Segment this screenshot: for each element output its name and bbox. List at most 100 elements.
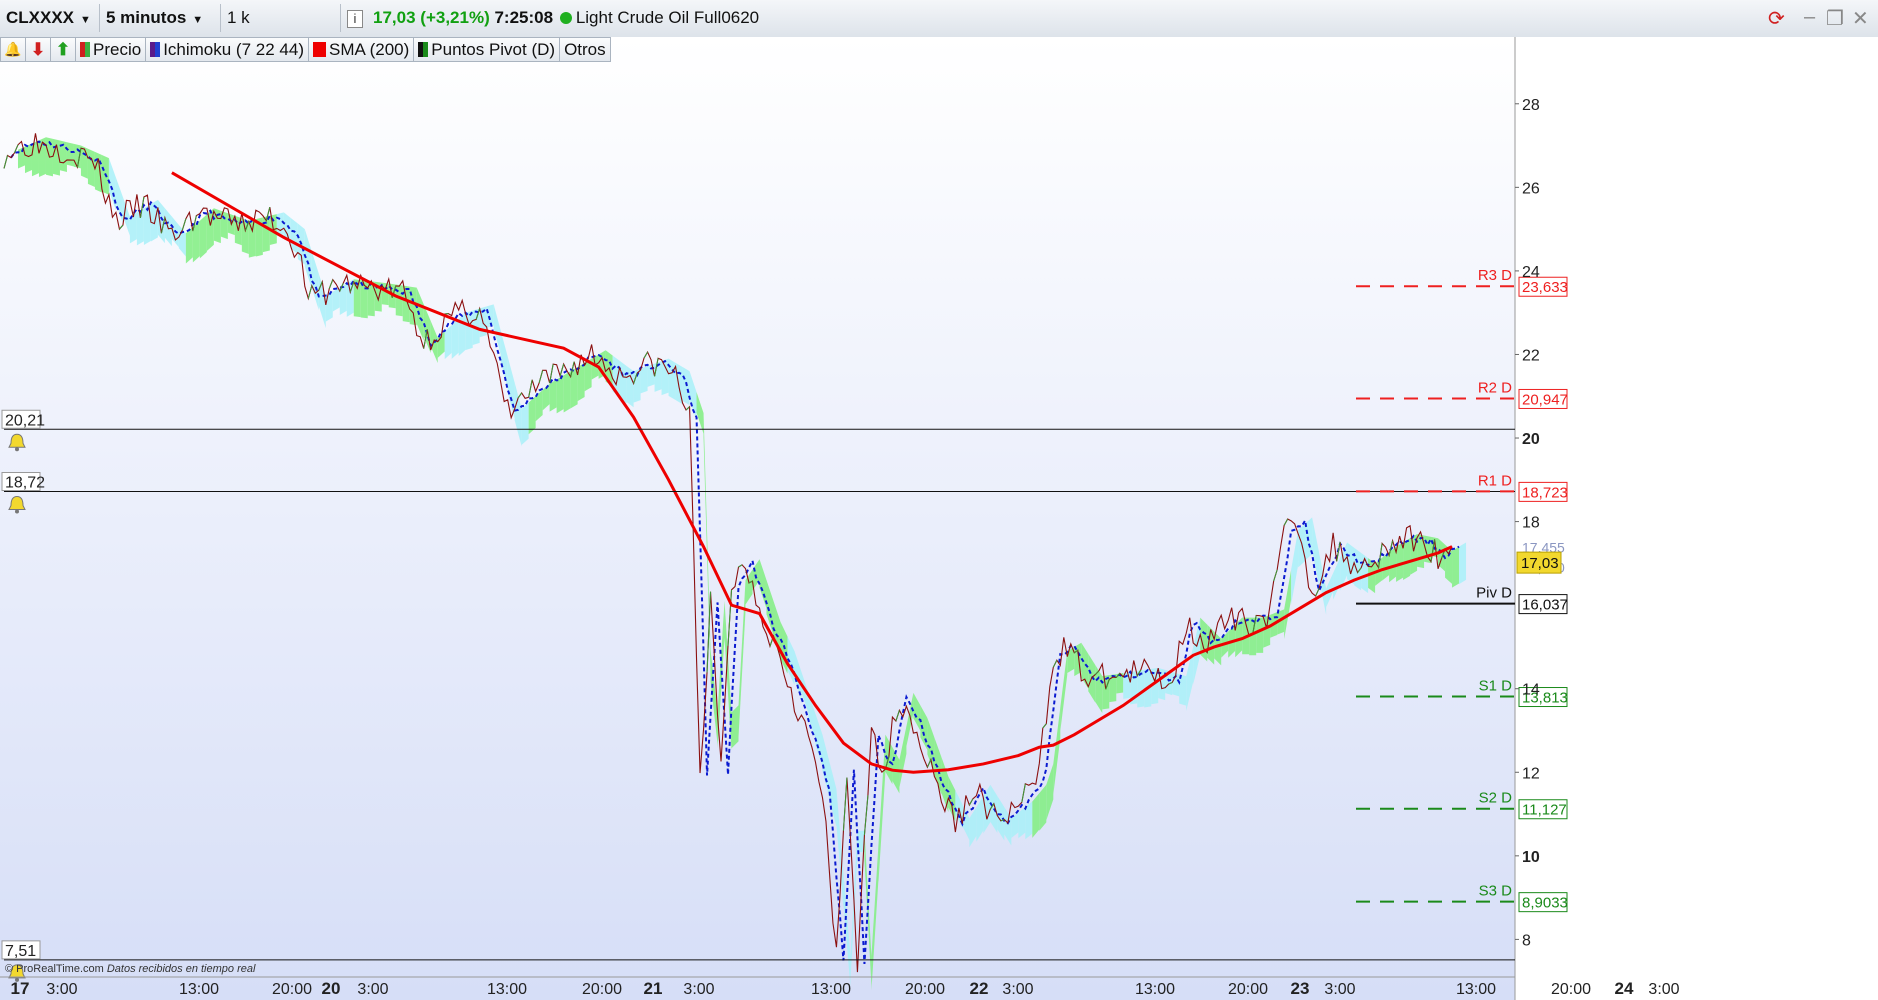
x-day-label: 21 <box>644 979 663 998</box>
x-day-label: 24 <box>1615 979 1634 998</box>
x-tick-label: 3:00 <box>683 981 714 998</box>
x-tick-label: 20:00 <box>1551 981 1591 998</box>
indicator-label: Puntos Pivot (D) <box>431 40 556 59</box>
alert-button[interactable]: 🔔 <box>0 37 26 62</box>
download-button[interactable]: ⬇ <box>26 37 51 62</box>
x-tick-label: 3:00 <box>1002 981 1033 998</box>
arrow-up-icon: ⬆ <box>55 40 71 59</box>
cloud-segment <box>1452 546 1460 588</box>
x-tick-label: 13:00 <box>487 981 527 998</box>
indicator-sma[interactable]: SMA (200) <box>308 37 415 62</box>
pivot-label: R2 D <box>1478 379 1512 396</box>
y-axis-panel <box>1515 37 1878 1000</box>
pivot-label: R3 D <box>1478 267 1512 284</box>
cloud-segment <box>87 148 95 188</box>
arrow-down-icon: ⬇ <box>30 40 46 59</box>
cloud-segment <box>332 287 340 312</box>
upload-button[interactable]: ⬆ <box>51 37 76 62</box>
indicator-pivots[interactable]: Puntos Pivot (D) <box>414 37 561 62</box>
bell-clapper <box>15 509 19 514</box>
swatch-icon <box>150 42 161 57</box>
indicator-label: Ichimoku (7 22 44) <box>163 40 304 59</box>
indicator-ichimoku[interactable]: Ichimoku (7 22 44) <box>146 37 309 62</box>
x-tick-label: 3:00 <box>1648 981 1679 998</box>
indicator-bar: 🔔 ⬇ ⬆ Precio Ichimoku (7 22 44) SMA (200… <box>0 37 611 62</box>
alert-label: 18,72 <box>5 475 45 492</box>
pivot-value: 16,037 <box>1522 597 1568 614</box>
y-tick-label: 12 <box>1522 765 1540 782</box>
top-toolbar: CLXXXX ▼ 5 minutos ▼ 1 k unidades▼ i 17,03… <box>0 0 1878 55</box>
x-tick-label: 13:00 <box>1456 981 1496 998</box>
x-tick-label: 13:00 <box>179 981 219 998</box>
y-tick-label: 14 <box>1522 682 1540 699</box>
y-tick-label: 8 <box>1522 932 1531 949</box>
x-tick-label: 13:00 <box>1135 981 1175 998</box>
pivot-label: S2 D <box>1479 790 1513 807</box>
footer-brand: © ProRealTime.com <box>5 963 107 975</box>
cloud-segment <box>24 143 32 174</box>
cloud-segment <box>549 379 557 412</box>
pivot-value: 18,723 <box>1522 484 1568 501</box>
cloud-segment <box>563 371 571 413</box>
alert-label: 20,21 <box>5 412 45 429</box>
y-tick-label: 20 <box>1522 431 1540 448</box>
quote-time: 7:25:08 <box>494 8 554 27</box>
cloud-segment <box>402 285 410 323</box>
x-tick-label: 20:00 <box>272 981 312 998</box>
pivot-label: S3 D <box>1479 883 1513 900</box>
cloud-segment <box>1459 542 1467 585</box>
cloud-segment <box>521 402 529 445</box>
footer-text: © ProRealTime.com Datos recibidos en tie… <box>5 963 256 975</box>
pivot-value: 20,947 <box>1522 391 1568 408</box>
footer-note: Datos recibidos en tiempo real <box>107 963 256 975</box>
cloud-segment <box>94 151 102 193</box>
pivot-label: Piv D <box>1476 585 1512 602</box>
indicator-others[interactable]: Otros <box>560 37 611 62</box>
y-tick-label: 10 <box>1522 849 1540 866</box>
indicator-label: Precio <box>93 40 142 59</box>
cloud-segment <box>640 366 648 394</box>
refresh-icon[interactable]: ⟳ <box>1768 6 1785 31</box>
cloud-segment <box>199 214 207 259</box>
x-day-label: 20 <box>322 979 341 998</box>
bell-clapper <box>15 447 19 452</box>
x-day-label: 22 <box>970 979 989 998</box>
timeframe-selector[interactable]: 5 minutos ▼ <box>100 4 221 32</box>
indicator-price[interactable]: Precio <box>76 37 147 62</box>
minimize-icon[interactable]: – <box>1804 6 1815 29</box>
last-price: 17,03 <box>373 8 416 27</box>
cloud-segment <box>1179 674 1187 706</box>
price-change: (+3,21%) <box>420 8 490 27</box>
x-tick-label: 20:00 <box>905 981 945 998</box>
x-tick-label: 3:00 <box>46 981 77 998</box>
x-tick-label: 3:00 <box>1324 981 1355 998</box>
bell-icon: 🔔 <box>4 41 22 57</box>
current-price-label: 17,03 <box>1521 555 1559 572</box>
indicator-label: SMA (200) <box>328 40 410 59</box>
chevron-down-icon: ▼ <box>192 14 204 26</box>
cloud-segment <box>1137 669 1145 708</box>
x-tick-label: 20:00 <box>582 981 622 998</box>
status-dot-icon <box>559 11 572 24</box>
y-tick-label: 28 <box>1522 97 1540 114</box>
price-chart[interactable]: 20,21 18,72 7,51 R3 D 23,633 R2 D 20,947 R1 D 18… <box>0 37 1878 1000</box>
cloud-segment <box>458 312 466 356</box>
x-tick-label: 13:00 <box>811 981 851 998</box>
swatch-icon <box>418 42 429 57</box>
y-tick-label: 22 <box>1522 347 1540 364</box>
pivot-value: 11,127 <box>1522 802 1567 819</box>
pivot-label: S1 D <box>1479 678 1513 695</box>
cloud-segment <box>661 358 669 396</box>
units-selector[interactable]: 1 k unidades▼ <box>221 4 341 55</box>
chevron-down-icon: ▼ <box>80 14 91 26</box>
pivot-value: 23,633 <box>1522 279 1568 296</box>
cloud-segment <box>731 705 739 749</box>
timeframe-label: 5 minutos <box>106 8 187 27</box>
indicator-label: Otros <box>564 40 606 59</box>
symbol-selector[interactable]: CLXXXX ▼ <box>0 4 100 32</box>
swatch-icon <box>312 42 326 57</box>
instrument-name: Light Crude Oil Full0620 <box>575 8 760 27</box>
restore-icon[interactable]: ❐ <box>1826 6 1844 31</box>
pivot-label: R1 D <box>1478 472 1512 489</box>
close-icon[interactable]: ✕ <box>1852 6 1869 31</box>
